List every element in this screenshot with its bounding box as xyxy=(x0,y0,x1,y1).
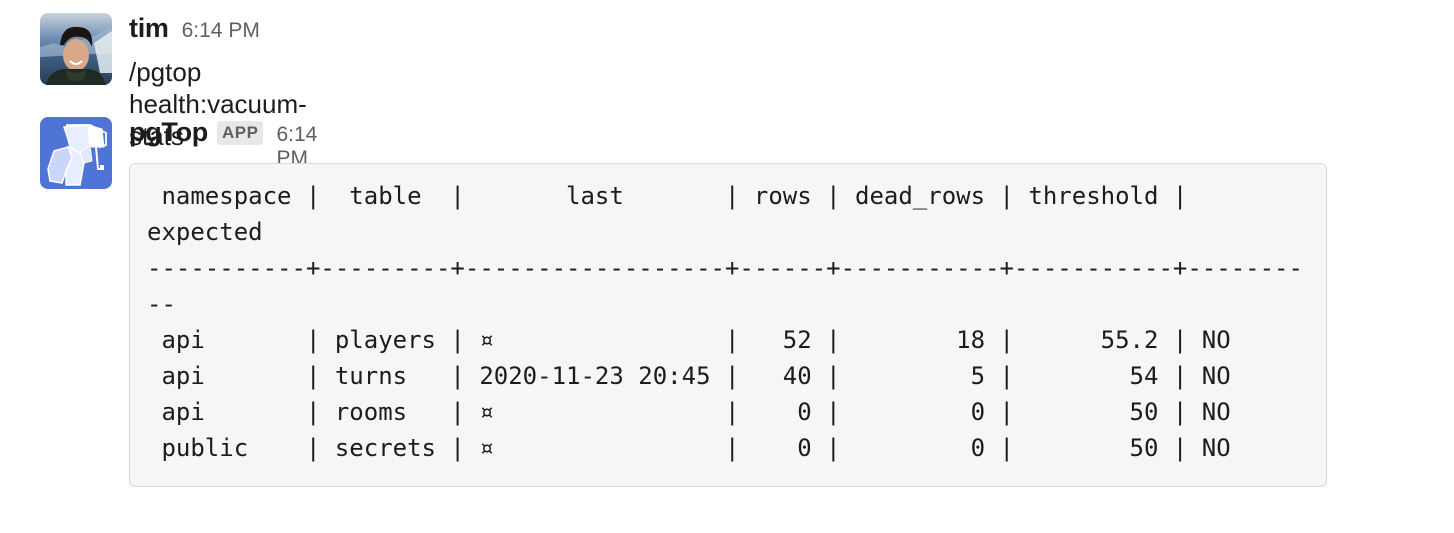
message-header: tim 6:14 PM xyxy=(129,13,307,47)
code-block: namespace | table | last | rows | dead_r… xyxy=(129,163,1327,487)
table-row: api | players | ¤ | 52 | 18 | 55.2 | NO xyxy=(147,326,1231,354)
message-header: pgTop APP 6:14 PM xyxy=(129,117,317,170)
app-avatar[interactable] xyxy=(40,117,112,189)
app-badge: APP xyxy=(216,121,264,145)
table-header-wrap: expected xyxy=(147,218,263,246)
table-row: public | secrets | ¤ | 0 | 0 | 50 | NO xyxy=(147,434,1231,462)
table-header-line: namespace | table | last | rows | dead_r… xyxy=(147,182,1188,210)
table-row: api | turns | 2020-11-23 20:45 | 40 | 5 … xyxy=(147,362,1231,390)
message-body: pgTop APP 6:14 PM namespace | table | la… xyxy=(129,117,1327,487)
sender-name[interactable]: pgTop xyxy=(129,117,208,148)
table-separator-line: -----------+---------+------------------… xyxy=(147,254,1303,282)
message-timestamp[interactable]: 6:14 PM xyxy=(182,19,260,43)
user-photo-avatar xyxy=(40,13,112,85)
elephant-logo-icon xyxy=(40,117,112,189)
table-row: api | rooms | ¤ | 0 | 0 | 50 | NO xyxy=(147,398,1231,426)
user-avatar[interactable] xyxy=(40,13,112,85)
table-separator-wrap: -- xyxy=(147,290,176,318)
sender-name[interactable]: tim xyxy=(129,13,169,44)
